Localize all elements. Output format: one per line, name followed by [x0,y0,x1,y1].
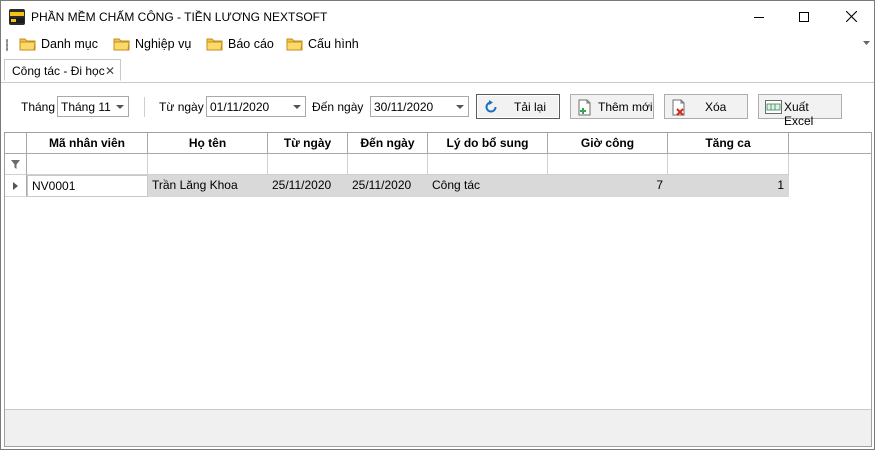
tab-strip: Công tác - Đi học ✕ [1,57,874,83]
excel-icon [765,100,782,114]
column-header-tu-ngay[interactable]: Từ ngày [268,133,348,154]
menu-bao-cao[interactable]: Báo cáo [206,35,274,53]
reload-label: Tải lại [514,100,547,114]
from-date-picker[interactable]: 01/11/2020 [206,96,306,117]
filter-icon [11,159,20,169]
month-select[interactable]: Tháng 11 [57,96,129,117]
table-cell-ho-ten[interactable]: Trần Lăng Khoa [148,175,268,197]
chevron-down-icon [293,105,301,109]
filter-cell-ly-do-bo-sung[interactable] [428,154,548,175]
table-cell-den-ngay[interactable]: 25/11/2020 [348,175,428,197]
to-date-picker[interactable]: 30/11/2020 [370,96,469,117]
table-cell-tang-ca[interactable]: 1 [668,175,789,197]
menu-label: Danh mục [41,37,98,51]
from-date-value: 01/11/2020 [210,100,270,114]
column-header-tang-ca[interactable]: Tăng ca [668,133,789,154]
delete-button[interactable]: Xóa [664,94,748,119]
folder-icon [19,38,36,51]
reload-button[interactable]: Tải lại [476,94,560,119]
column-header-gio-cong[interactable]: Giờ công [548,133,668,154]
filter-cell-gio-cong[interactable] [548,154,668,175]
add-new-label: Thêm mới [598,100,653,114]
new-document-icon [578,99,591,116]
menu-bar: Danh mục Nghiệp vụ Báo cáo Cấu hình [1,32,874,56]
column-header-ma-nhan-vien[interactable]: Mã nhân viên [27,133,148,154]
chevron-down-icon [116,105,124,109]
toolbar-separator [144,97,145,117]
to-date-label: Đến ngày [312,100,364,114]
table-cell-tu-ngay[interactable]: 25/11/2020 [268,175,348,197]
filter-cell-den-ngay[interactable] [348,154,428,175]
chevron-down-icon [456,105,464,109]
filter-row-indicator[interactable] [5,154,27,175]
menu-danh-muc[interactable]: Danh mục [19,35,98,53]
row-indicator[interactable] [5,175,27,197]
export-excel-label: Xuất Excel [784,100,814,128]
refresh-icon [485,100,497,113]
column-header-ly-do-bo-sung[interactable]: Lý do bổ sung [428,133,548,154]
data-grid: Mã nhân viên Họ tên Từ ngày Đến ngày Lý … [4,132,872,447]
delete-label: Xóa [705,100,727,114]
folder-icon [113,38,130,51]
maximize-icon [799,11,809,22]
minimize-button[interactable] [736,1,782,32]
filter-cell-tu-ngay[interactable] [268,154,348,175]
folder-icon [286,38,303,51]
grid-corner [5,133,27,154]
filter-cell-ma-nhan-vien[interactable] [27,154,148,175]
month-label: Tháng [21,100,56,114]
menu-nghiep-vu[interactable]: Nghiệp vụ [113,35,191,53]
toolbar-grip[interactable] [6,39,8,51]
folder-icon [206,38,223,51]
delete-document-icon [672,99,685,116]
column-header-empty [789,133,871,154]
tab-label: Công tác - Đi học [12,64,105,78]
minimize-icon [754,16,764,18]
add-new-button[interactable]: Thêm mới [570,94,654,119]
menu-cau-hinh[interactable]: Cấu hình [286,35,359,53]
close-window-button[interactable] [828,1,874,32]
tab-cong-tac-di-hoc[interactable]: Công tác - Đi học ✕ [4,59,121,81]
maximize-button[interactable] [781,1,827,32]
window-title: PHẦN MỀM CHẤM CÔNG - TIỀN LƯƠNG NEXTSOFT [31,10,328,24]
grid-footer [5,409,871,446]
column-header-den-ngay[interactable]: Đến ngày [348,133,428,154]
app-window: PHẦN MỀM CHẤM CÔNG - TIỀN LƯƠNG NEXTSOFT… [0,0,875,450]
to-date-value: 30/11/2020 [374,100,434,114]
table-cell-gio-cong[interactable]: 7 [548,175,668,197]
export-excel-button[interactable]: Xuất Excel [758,94,842,128]
row-pointer-icon [13,181,18,190]
table-cell-ly-do-bo-sung[interactable]: Công tác [428,175,548,197]
app-logo-icon [9,9,25,25]
month-value: Tháng 11 [61,100,111,114]
menu-label: Báo cáo [228,37,274,51]
filter-cell-ho-ten[interactable] [148,154,268,175]
close-icon [845,11,857,22]
filter-cell-tang-ca[interactable] [668,154,789,175]
tab-close-icon[interactable]: ✕ [105,64,115,78]
overflow-chevron-icon[interactable] [863,41,870,46]
column-header-ho-ten[interactable]: Họ tên [148,133,268,154]
table-cell-ma-nhan-vien[interactable]: NV0001 [27,175,148,197]
menu-label: Nghiệp vụ [135,37,192,51]
menu-label: Cấu hình [308,37,359,51]
from-date-label: Từ ngày [159,100,204,114]
title-bar: PHẦN MỀM CHẤM CÔNG - TIỀN LƯƠNG NEXTSOFT [1,1,874,32]
